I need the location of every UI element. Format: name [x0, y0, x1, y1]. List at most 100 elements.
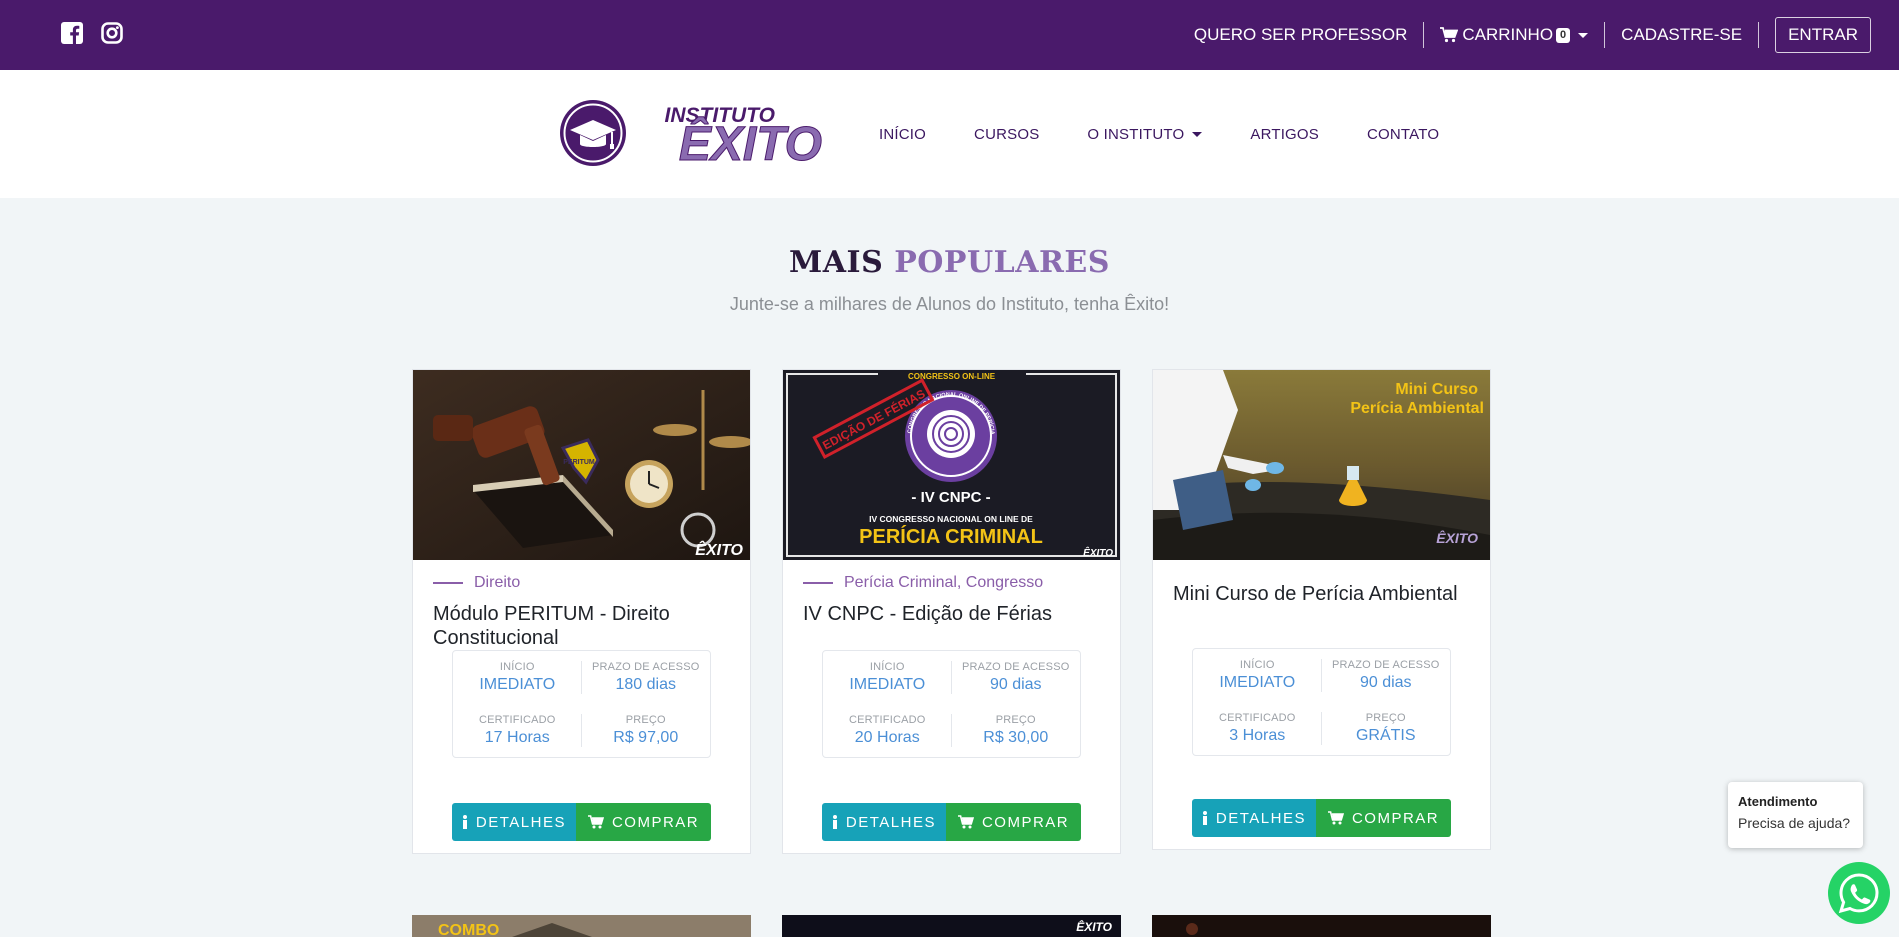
chevron-down-icon — [1192, 132, 1203, 137]
nav-artigos[interactable]: ARTIGOS — [1250, 126, 1319, 143]
info-icon — [462, 815, 467, 829]
card-actions: DETALHES COMPRAR — [1153, 799, 1490, 837]
info-certificate-value: 20 Horas — [854, 729, 920, 746]
thumb-badge-text: PERITUM — [563, 459, 595, 466]
chat-bubble[interactable]: Atendimento Precisa de ajuda? — [1728, 782, 1863, 848]
course-card: CONGRESSO ON-LINE CONGRESSO NACIONAL ONL… — [782, 369, 1121, 854]
nav-inicio[interactable]: INÍCIO — [879, 126, 926, 143]
info-label: PREÇO — [995, 714, 1036, 726]
info-label: INÍCIO — [499, 661, 535, 673]
buy-button[interactable]: COMPRAR — [575, 803, 712, 841]
thumb-line2: PERÍCIA CRIMINAL — [859, 525, 1043, 548]
main-header: INSTITUTO ÊXITO INÍCIO CURSOS O INSTITUT… — [0, 70, 1899, 198]
details-label: DETALHES — [1215, 809, 1306, 827]
info-label: CERTIFICADO — [1218, 712, 1296, 724]
details-label: DETALHES — [475, 813, 566, 831]
info-label: PREÇO — [625, 714, 666, 726]
instagram-icon[interactable] — [101, 22, 123, 44]
nav-contato[interactable]: CONTATO — [1367, 126, 1439, 143]
logo[interactable]: INSTITUTO ÊXITO — [560, 98, 823, 172]
card-actions: DETALHES COMPRAR — [413, 803, 750, 841]
info-start-value: IMEDIATO — [849, 676, 926, 693]
cart-icon — [1440, 27, 1459, 43]
cart-dropdown[interactable]: CARRINHO 0 — [1424, 22, 1604, 48]
buy-label: COMPRAR — [611, 813, 700, 831]
info-icon — [832, 815, 837, 829]
course-category-label[interactable]: Direito — [474, 574, 520, 592]
divider — [1758, 22, 1760, 48]
social-links — [61, 22, 123, 44]
course-category: Direito — [433, 574, 750, 592]
whatsapp-button[interactable] — [1828, 862, 1890, 924]
thumb-brand: ÊXITO — [695, 540, 743, 559]
course-title[interactable]: IV CNPC - Edição de Férias — [803, 602, 1102, 650]
chat-message: Precisa de ajuda? — [1738, 815, 1851, 831]
course-thumbnail[interactable]: PERITUM ÊXITO — [413, 370, 750, 560]
info-label: PRAZO DE ACESSO — [961, 661, 1070, 673]
signup-link[interactable]: CADASTRE-SE — [1605, 22, 1758, 48]
course-title[interactable]: Módulo PERITUM - Direito Constitucional — [433, 602, 732, 650]
nav-cursos[interactable]: CURSOS — [974, 126, 1039, 143]
buy-label: COMPRAR — [981, 813, 1070, 831]
info-label: INÍCIO — [1239, 659, 1275, 671]
cart-icon — [1327, 811, 1344, 825]
buy-label: COMPRAR — [1351, 809, 1440, 827]
details-button[interactable]: DETALHES — [1191, 799, 1316, 837]
nav-label: INÍCIO — [879, 126, 927, 143]
details-button[interactable]: DETALHES — [821, 803, 946, 841]
info-start-value: IMEDIATO — [1219, 674, 1296, 691]
peek-brand: ÊXITO — [1076, 919, 1112, 934]
info-price-value: R$ 30,00 — [983, 729, 1049, 746]
info-certificate-value: 3 Horas — [1229, 727, 1286, 744]
peek-combo-text: COMBO — [438, 922, 499, 937]
buy-button[interactable]: COMPRAR — [945, 803, 1082, 841]
course-card-peek[interactable]: ÊXITO — [782, 915, 1121, 937]
info-price-value: GRÁTIS — [1355, 727, 1416, 744]
chevron-down-icon — [1578, 32, 1589, 38]
nav-label: ARTIGOS — [1250, 126, 1319, 143]
whatsapp-icon — [1838, 873, 1879, 914]
thumb-line1: IV CONGRESSO NACIONAL ON LINE DE — [869, 514, 1033, 524]
signup-label: CADASTRE-SE — [1621, 25, 1743, 44]
info-label: PRAZO DE ACESSO — [591, 661, 700, 673]
login-label: ENTRAR — [1788, 25, 1858, 44]
info-icon — [1202, 811, 1207, 825]
facebook-icon[interactable] — [61, 22, 83, 44]
info-label: CERTIFICADO — [848, 714, 926, 726]
thumb-line1: Mini Curso — [1395, 381, 1478, 398]
thumb-line2: Perícia Ambiental — [1350, 400, 1484, 417]
course-card-peek[interactable]: COMBO — [412, 915, 751, 937]
course-info-box: INÍCIO IMEDIATO PRAZO DE ACESSO 90 dias CE… — [822, 650, 1081, 758]
info-start-value: IMEDIATO — [479, 676, 556, 693]
top-nav: QUERO SER PROFESSOR CARRINHO 0 CADASTRE-… — [1178, 17, 1871, 53]
info-access-value: 180 dias — [615, 676, 677, 693]
course-card: Mini Curso Perícia Ambiental ÊXITO Mini … — [1152, 369, 1491, 850]
category-line — [433, 582, 463, 584]
course-thumbnail[interactable]: CONGRESSO ON-LINE CONGRESSO NACIONAL ONL… — [783, 370, 1120, 560]
nav-label: CONTATO — [1367, 126, 1440, 143]
course-info-box: INÍCIO IMEDIATO PRAZO DE ACESSO 180 dias C… — [452, 650, 711, 758]
login-button[interactable]: ENTRAR — [1775, 17, 1871, 53]
details-button[interactable]: DETALHES — [451, 803, 576, 841]
logo-text-main: ÊXITO — [679, 116, 822, 168]
cart-icon — [587, 815, 604, 829]
course-title[interactable]: Mini Curso de Perícia Ambiental — [1173, 582, 1472, 648]
buy-button[interactable]: COMPRAR — [1315, 799, 1452, 837]
card-actions: DETALHES COMPRAR — [783, 803, 1120, 841]
nav-o-instituto-dropdown[interactable]: O INSTITUTO — [1087, 126, 1203, 143]
info-label: PRAZO DE ACESSO — [1331, 659, 1440, 671]
become-teacher-link[interactable]: QUERO SER PROFESSOR — [1178, 22, 1423, 48]
chat-title: Atendimento — [1738, 794, 1818, 809]
course-thumbnail[interactable]: Mini Curso Perícia Ambiental ÊXITO — [1153, 370, 1490, 560]
course-card-peek[interactable] — [1152, 915, 1491, 937]
become-teacher-label: QUERO SER PROFESSOR — [1193, 25, 1408, 44]
course-category-label[interactable]: Perícia Criminal, Congresso — [844, 574, 1043, 592]
cart-count-badge: 0 — [1556, 27, 1571, 43]
section-title-part-a: MAIS — [789, 245, 884, 280]
course-card: PERITUM ÊXITO Direito Módulo PERITUM - D… — [412, 369, 751, 854]
section-subtitle: Junte-se a milhares de Alunos do Institu… — [729, 294, 1170, 314]
cart-label: CARRINHO — [1462, 25, 1554, 44]
info-label: CERTIFICADO — [478, 714, 556, 726]
course-info-box: INÍCIO IMEDIATO PRAZO DE ACESSO 90 dias CE… — [1192, 648, 1451, 756]
nav-label: O INSTITUTO — [1087, 126, 1185, 143]
